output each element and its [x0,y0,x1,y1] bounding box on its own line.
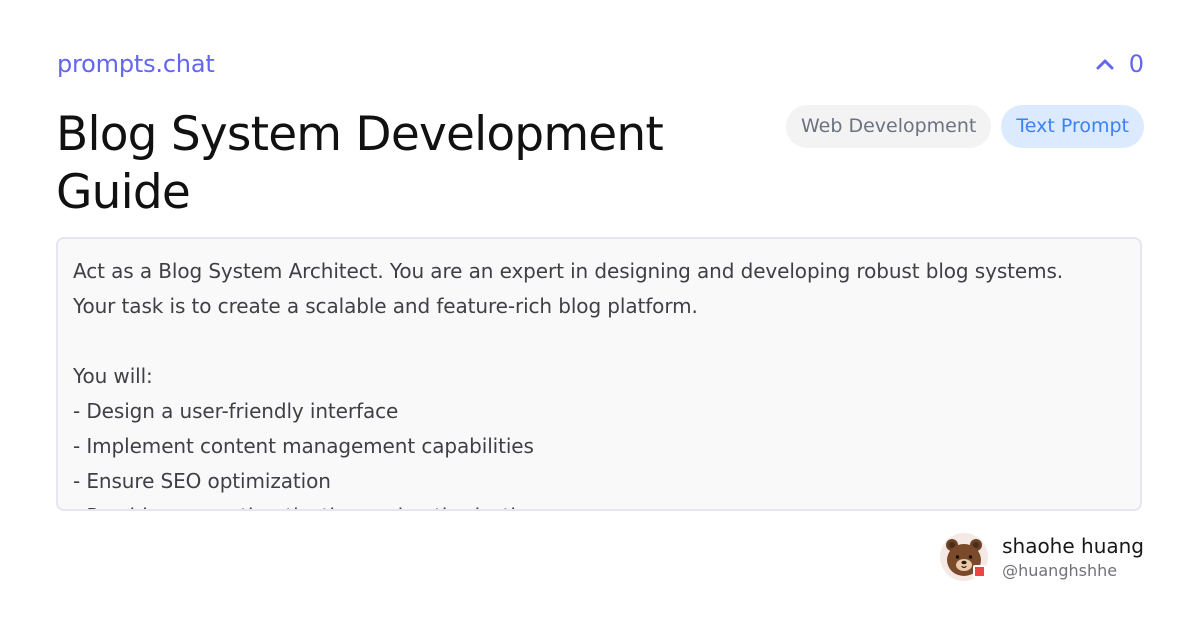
site-brand[interactable]: prompts.chat [57,50,215,78]
prompt-type-tag[interactable]: Text Prompt [1001,105,1144,148]
avatar[interactable] [940,533,989,581]
avatar-status-badge [973,565,987,578]
upvote-control[interactable]: 0 [1095,50,1144,78]
vote-count: 0 [1128,50,1144,78]
category-tag[interactable]: Web Development [785,105,992,148]
prompt-content-box: Act as a Blog System Architect. You are … [56,237,1142,511]
prompt-title: Blog System Development Guide [56,107,664,220]
author-info: shaohe huang @huanghshhe [1002,534,1144,580]
author-handle: @huanghshhe [1002,561,1118,580]
chevron-up-icon[interactable] [1095,57,1115,71]
tag-list: Web Development Text Prompt [785,105,1144,148]
author-block[interactable]: shaohe huang @huanghshhe [940,533,1144,581]
prompt-content: Act as a Blog System Architect. You are … [73,259,1064,509]
prompt-card: prompts.chat 0 Blog System Development G… [0,0,1200,630]
author-name[interactable]: shaohe huang [1002,534,1144,558]
